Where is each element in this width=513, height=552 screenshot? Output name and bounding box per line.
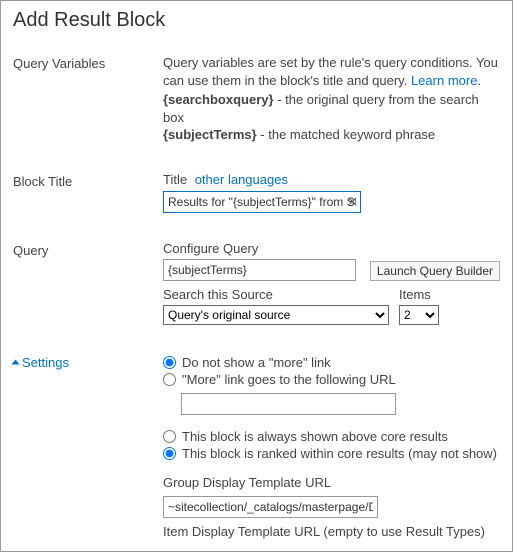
more-link-url-input[interactable] (181, 393, 396, 415)
section-label-block-title: Block Title (13, 172, 163, 189)
group-display-template-input[interactable] (163, 496, 378, 518)
configure-query-label: Configure Query (163, 241, 500, 256)
block-title-input[interactable] (163, 191, 361, 213)
radio-more-link-url-label[interactable]: "More" link goes to the following URL (182, 372, 396, 387)
radio-no-more-link-label[interactable]: Do not show a "more" link (182, 355, 331, 370)
settings-toggle-link[interactable]: Settings (22, 355, 69, 370)
search-source-label: Search this Source (163, 287, 389, 302)
var-name-1: {searchboxquery} (163, 92, 274, 107)
radio-ranked-within-core-label[interactable]: This block is ranked within core results… (182, 446, 497, 461)
learn-more-link[interactable]: Learn more (411, 73, 477, 88)
launch-query-builder-button[interactable]: Launch Query Builder (370, 261, 500, 281)
variable-line: {searchboxquery} - the original query fr… (163, 91, 500, 126)
title-field-label: Title (163, 172, 187, 187)
group-display-template-label: Group Display Template URL (163, 475, 500, 490)
other-languages-link[interactable]: other languages (195, 172, 288, 187)
radio-above-core-results-label[interactable]: This block is always shown above core re… (182, 429, 448, 444)
var-desc-2: - the matched keyword phrase (257, 127, 435, 142)
radio-above-core-results[interactable] (163, 430, 176, 443)
section-label-query: Query (13, 241, 163, 258)
search-source-select[interactable]: Query's original source (163, 305, 389, 325)
var-name-2: {subjectTerms} (163, 127, 257, 142)
close-icon[interactable]: ✕ (348, 195, 357, 208)
radio-more-link-url[interactable] (163, 373, 176, 386)
dialog-title: Add Result Block (13, 9, 500, 32)
variable-line: {subjectTerms} - the matched keyword phr… (163, 126, 500, 144)
items-select[interactable]: 2 (399, 305, 439, 325)
help-text: Query variables are set by the rule's qu… (163, 54, 500, 89)
items-label: Items (399, 287, 439, 302)
configure-query-input[interactable] (163, 259, 356, 281)
radio-ranked-within-core[interactable] (163, 447, 176, 460)
item-display-template-label: Item Display Template URL (empty to use … (163, 524, 500, 539)
radio-no-more-link[interactable] (163, 356, 176, 369)
section-label-query-variables: Query Variables (13, 54, 163, 71)
chevron-down-icon[interactable] (12, 359, 20, 364)
